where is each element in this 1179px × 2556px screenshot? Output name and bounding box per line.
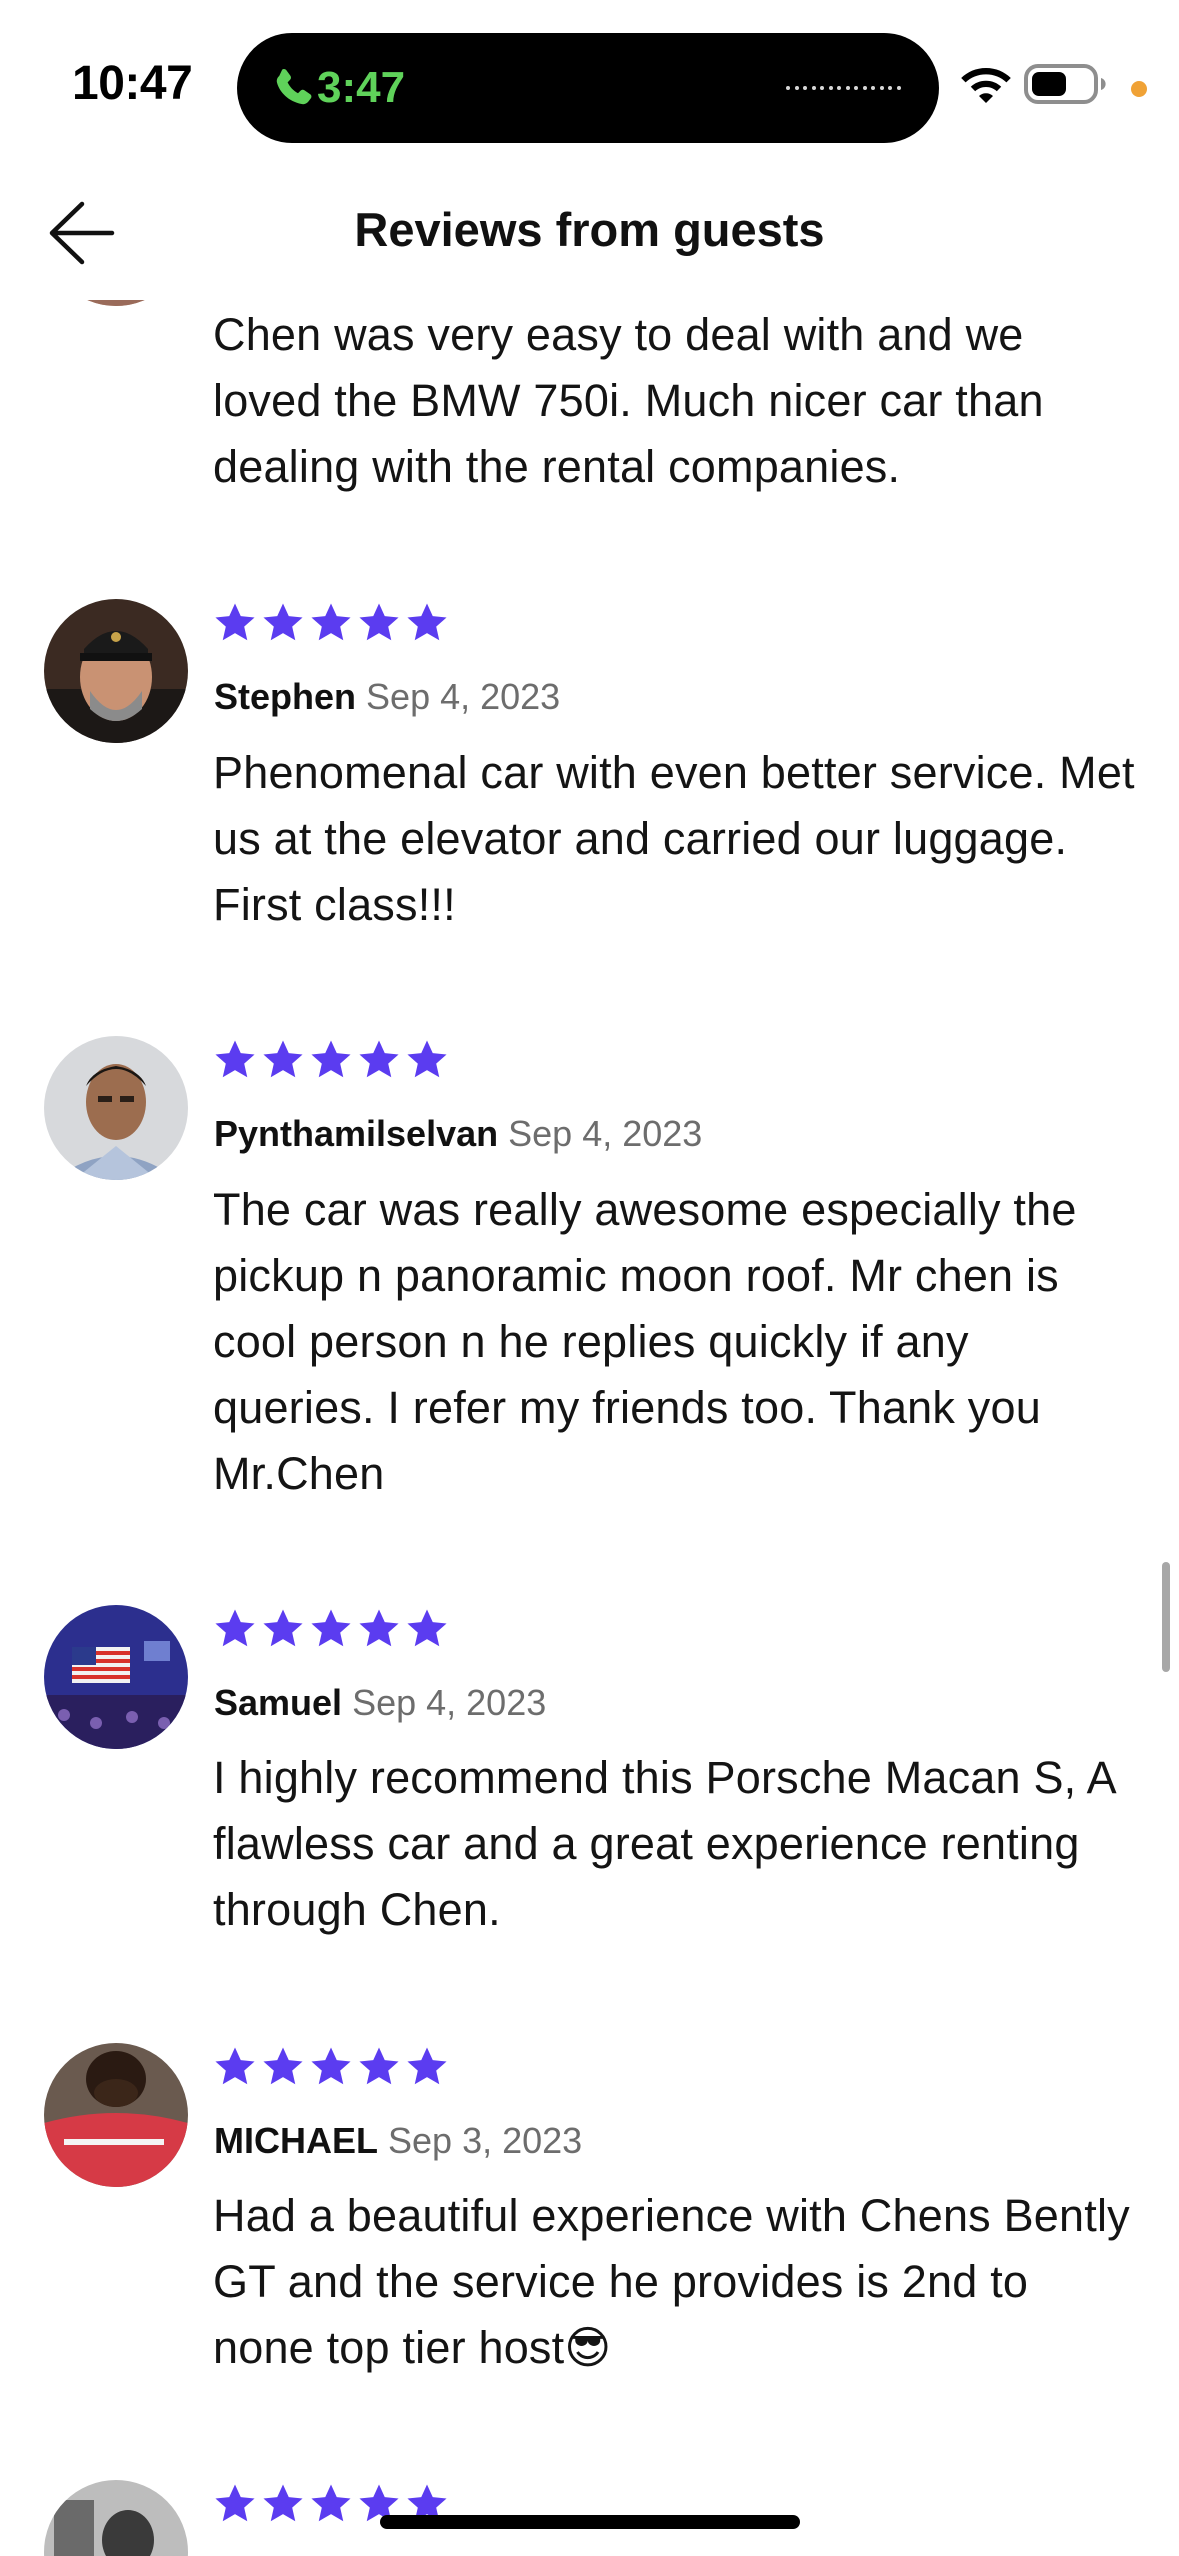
star-icon [359,1609,399,1647]
reviewer-name[interactable]: Pynthamilselvan [214,1113,498,1154]
star-icon [215,2484,255,2522]
star-icon [407,603,447,641]
star-icon [215,603,255,641]
reviewer-avatar[interactable] [44,1605,188,1749]
star-icon [311,2484,351,2522]
reviewer-avatar[interactable] [44,599,188,743]
star-rating [212,1606,450,1652]
review-text: I highly recommend this Porsche Macan S,… [213,1752,1115,1935]
review-meta: Samuel Sep 4, 2023 [214,1682,546,1724]
review-meta: Stephen Sep 4, 2023 [214,676,560,718]
star-icon [263,2047,303,2085]
star-icon [311,603,351,641]
screen: Chen was very easy to deal with and we l… [0,0,1179,2556]
review-date: Sep 4, 2023 [508,1113,703,1154]
star-icon [263,2484,303,2522]
star-icon [263,1609,303,1647]
star-icon [359,1040,399,1078]
star-icon [215,2047,255,2085]
reviewer-name[interactable]: MICHAEL [214,2120,378,2161]
page-header: Reviews from guests [0,160,1179,300]
reviewer-name[interactable]: Samuel [214,1682,342,1723]
star-icon [359,603,399,641]
star-icon [407,1040,447,1078]
reviewer-name[interactable]: Stephen [214,676,356,717]
page-title: Reviews from guests [354,203,825,256]
review-date: Sep 3, 2023 [388,2120,583,2161]
review-text: Had a beautiful experience with Chens Be… [213,2190,1130,2373]
star-rating [212,1037,450,1083]
scroll-indicator[interactable] [1162,1562,1170,1672]
star-icon [407,1609,447,1647]
star-icon [311,1040,351,1078]
star-rating [212,600,450,646]
star-icon [407,2047,447,2085]
review-text: The car was really awesome especially th… [213,1184,1077,1499]
review-text: Chen was very easy to deal with and we l… [213,309,1044,492]
reviews-list[interactable]: Chen was very easy to deal with and we l… [0,0,1179,2556]
star-rating [212,2044,450,2090]
star-icon [215,1609,255,1647]
star-icon [263,1040,303,1078]
star-icon [311,1609,351,1647]
star-icon [311,2047,351,2085]
star-icon [263,603,303,641]
reviewer-avatar[interactable] [44,2043,188,2187]
star-icon [359,2047,399,2085]
review-text: Phenomenal car with even better service.… [213,747,1135,930]
review-date: Sep 4, 2023 [366,676,561,717]
review-meta: MICHAEL Sep 3, 2023 [214,2120,582,2162]
star-icon [215,1040,255,1078]
review-date: Sep 4, 2023 [352,1682,547,1723]
reviewer-avatar[interactable] [44,1036,188,1180]
home-indicator[interactable] [380,2515,800,2529]
reviewer-avatar[interactable] [44,2480,188,2556]
review-meta: Pynthamilselvan Sep 4, 2023 [214,1113,702,1155]
